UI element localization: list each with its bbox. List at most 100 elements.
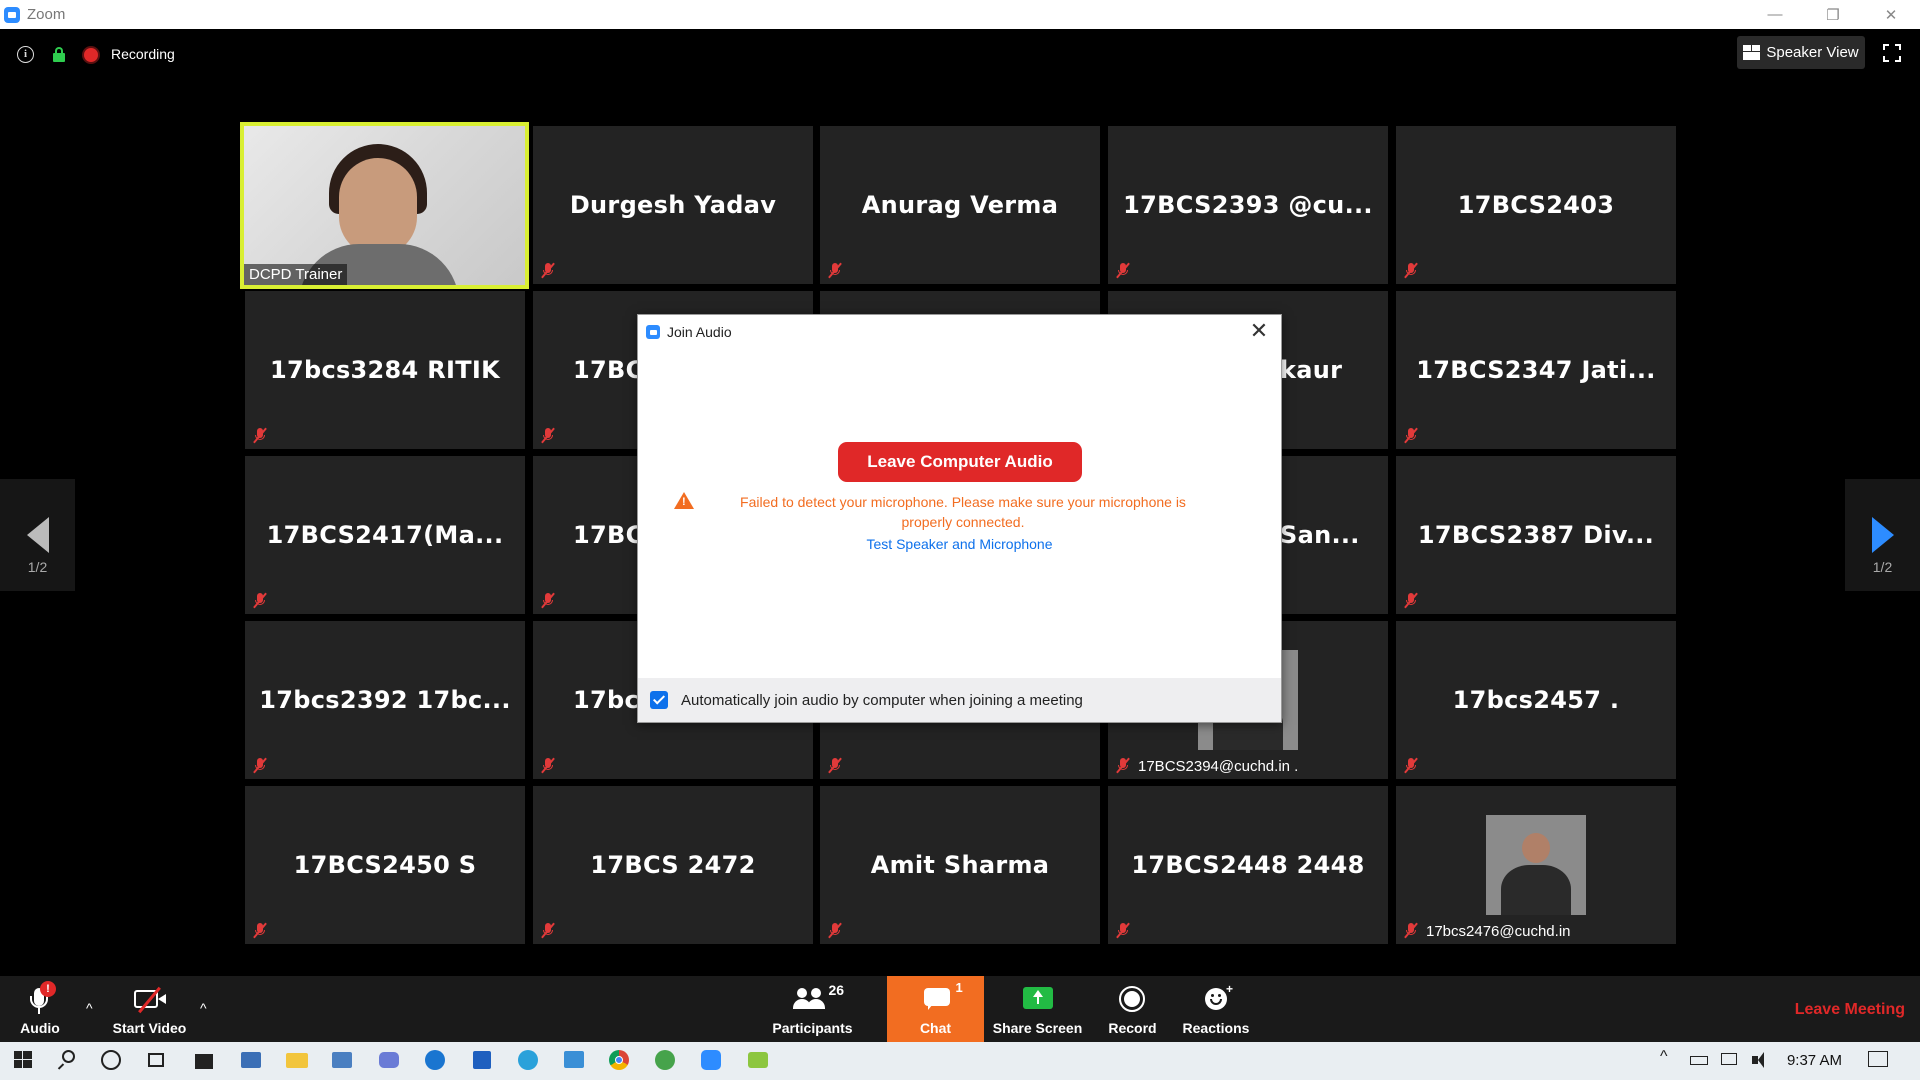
video-off-icon — [130, 982, 170, 1016]
zoom-logo-icon — [4, 6, 20, 23]
record-icon — [1113, 982, 1153, 1016]
participant-tile[interactable]: 17bcs2457 . — [1396, 621, 1676, 779]
participant-name: 17BCS2347 Jati... — [1416, 356, 1656, 384]
leave-meeting-button[interactable]: Leave Meeting — [1795, 1001, 1905, 1019]
participant-tile[interactable]: Amit Sharma — [820, 786, 1100, 944]
participant-name: 17BCS2417(Ma... — [266, 521, 504, 549]
participant-name: 17BCS2450 S — [293, 851, 477, 879]
participant-tile[interactable]: 17BCS2448 2448 — [1108, 786, 1388, 944]
volume-icon[interactable] — [1748, 1048, 1772, 1072]
muted-microphone-icon — [541, 427, 555, 444]
participant-tile[interactable]: 17BCS2417(Ma... — [245, 456, 525, 614]
file-explorer-icon[interactable] — [285, 1048, 309, 1072]
previous-page-button[interactable]: 1/2 — [0, 479, 75, 591]
participant-tile[interactable]: 17BCS 2472 — [533, 786, 813, 944]
discord-icon[interactable] — [377, 1048, 401, 1072]
network-globe-icon[interactable] — [653, 1048, 677, 1072]
participant-photo — [1486, 815, 1586, 915]
test-speaker-microphone-link[interactable]: Test Speaker and Microphone — [638, 536, 1281, 552]
dialog-close-button[interactable]: ✕ — [1247, 320, 1271, 344]
reactions-button[interactable]: + Reactions — [1180, 976, 1252, 1042]
participant-tile[interactable]: DCPD Trainer — [240, 122, 529, 289]
network-app-icon[interactable] — [239, 1048, 263, 1072]
restore-button[interactable]: ❐ — [1804, 0, 1862, 29]
participant-tile[interactable]: 17BCS2347 Jati... — [1396, 291, 1676, 449]
video-options-caret[interactable]: ^ — [200, 1000, 207, 1016]
participant-name: Durgesh Yadav — [569, 191, 777, 219]
auto-join-checkbox[interactable] — [650, 691, 668, 709]
warning-glyph: ! — [682, 496, 686, 508]
chat-button[interactable]: 1 Chat — [887, 976, 984, 1042]
cortana-icon[interactable] — [99, 1048, 123, 1072]
battery-icon[interactable] — [1688, 1048, 1712, 1072]
meeting-toolbar: ! Audio ^ Start Video ^ 26 Participants … — [0, 976, 1920, 1042]
arrow-right-icon — [1871, 517, 1894, 553]
store-icon[interactable] — [192, 1048, 216, 1072]
participant-tile[interactable]: 17BCS2393 @cu... — [1108, 126, 1388, 284]
telegram-icon[interactable] — [516, 1048, 540, 1072]
participant-name: 17bcs3284 RITIK — [269, 356, 501, 384]
app-blue-icon[interactable] — [470, 1048, 494, 1072]
fullscreen-icon[interactable] — [1883, 44, 1901, 62]
chrome-icon[interactable] — [607, 1048, 631, 1072]
microphone-warning-text: Failed to detect your microphone. Please… — [740, 494, 1186, 530]
minimize-button[interactable]: — — [1746, 0, 1804, 29]
participant-tile[interactable]: 17bcs2392 17bc... — [245, 621, 525, 779]
windows-start-icon[interactable] — [12, 1048, 36, 1072]
participant-name: 17BCS2393 @cu... — [1123, 191, 1373, 219]
bluestacks-icon[interactable] — [746, 1048, 770, 1072]
participant-tile[interactable]: 17bcs3284 RITIK — [245, 291, 525, 449]
muted-microphone-icon — [1404, 922, 1418, 939]
windows-taskbar: ^ 9:37 AM — [0, 1042, 1920, 1080]
close-window-button[interactable]: ✕ — [1862, 0, 1920, 29]
info-icon[interactable]: i — [17, 46, 34, 63]
participant-name: 17bcs2476@cuchd.in — [1426, 923, 1571, 940]
muted-microphone-icon — [1116, 922, 1130, 939]
audio-label: Audio — [20, 1020, 60, 1036]
audio-button[interactable]: ! Audio — [10, 976, 70, 1042]
task-view-icon[interactable] — [144, 1048, 168, 1072]
control-panel-icon[interactable] — [562, 1048, 586, 1072]
reactions-label: Reactions — [1182, 1020, 1250, 1036]
window-title: Zoom — [27, 6, 66, 23]
tray-chevron-icon[interactable]: ^ — [1660, 1048, 1676, 1072]
participant-name: 17BCS2394@cuchd.in . — [1138, 758, 1299, 775]
participant-tile[interactable]: 17BCS2403 — [1396, 126, 1676, 284]
participant-tile[interactable]: Durgesh Yadav — [533, 126, 813, 284]
participant-tile[interactable]: 17BCS2450 S — [245, 786, 525, 944]
participant-tile[interactable]: 17bcs2476@cuchd.in — [1396, 786, 1676, 944]
share-screen-button[interactable]: Share Screen — [990, 976, 1085, 1042]
muted-microphone-icon — [541, 592, 555, 609]
dialog-titlebar: Join Audio — [638, 315, 1281, 349]
chat-badge: 1 — [955, 980, 963, 995]
participant-name: 17BCS 2472 — [590, 851, 756, 879]
start-video-button[interactable]: Start Video — [107, 976, 192, 1042]
zoom-taskbar-icon[interactable] — [699, 1048, 723, 1072]
record-button[interactable]: Record — [1100, 976, 1165, 1042]
muted-microphone-icon — [1116, 757, 1130, 774]
participant-tile[interactable]: 17BCS2387 Div... — [1396, 456, 1676, 614]
muted-microphone-icon — [253, 757, 267, 774]
speaker-view-icon — [1743, 45, 1761, 60]
muted-microphone-icon — [541, 757, 555, 774]
reactions-icon: + — [1196, 982, 1236, 1016]
dialog-title: Join Audio — [667, 324, 732, 340]
next-page-button[interactable]: 1/2 — [1845, 479, 1920, 591]
notification-center-icon[interactable] — [1866, 1048, 1890, 1072]
muted-microphone-icon — [1404, 262, 1418, 279]
leave-computer-audio-button[interactable]: Leave Computer Audio — [838, 442, 1082, 482]
network-tray-icon[interactable] — [1718, 1048, 1742, 1072]
photos-icon[interactable] — [330, 1048, 354, 1072]
edge-icon[interactable] — [423, 1048, 447, 1072]
participants-button[interactable]: 26 Participants — [770, 976, 855, 1042]
audio-options-caret[interactable]: ^ — [86, 1000, 93, 1016]
speaker-view-button[interactable]: Speaker View — [1737, 36, 1865, 69]
search-icon[interactable] — [56, 1048, 80, 1072]
participant-name: 17bcs2392 17bc... — [259, 686, 511, 714]
clock-time[interactable]: 9:37 AM — [1787, 1052, 1842, 1069]
participant-tile[interactable]: Anurag Verma — [820, 126, 1100, 284]
recording-icon — [84, 48, 98, 62]
lock-icon[interactable] — [53, 47, 65, 62]
muted-microphone-icon — [253, 922, 267, 939]
participant-name: Anurag Verma — [861, 191, 1059, 219]
